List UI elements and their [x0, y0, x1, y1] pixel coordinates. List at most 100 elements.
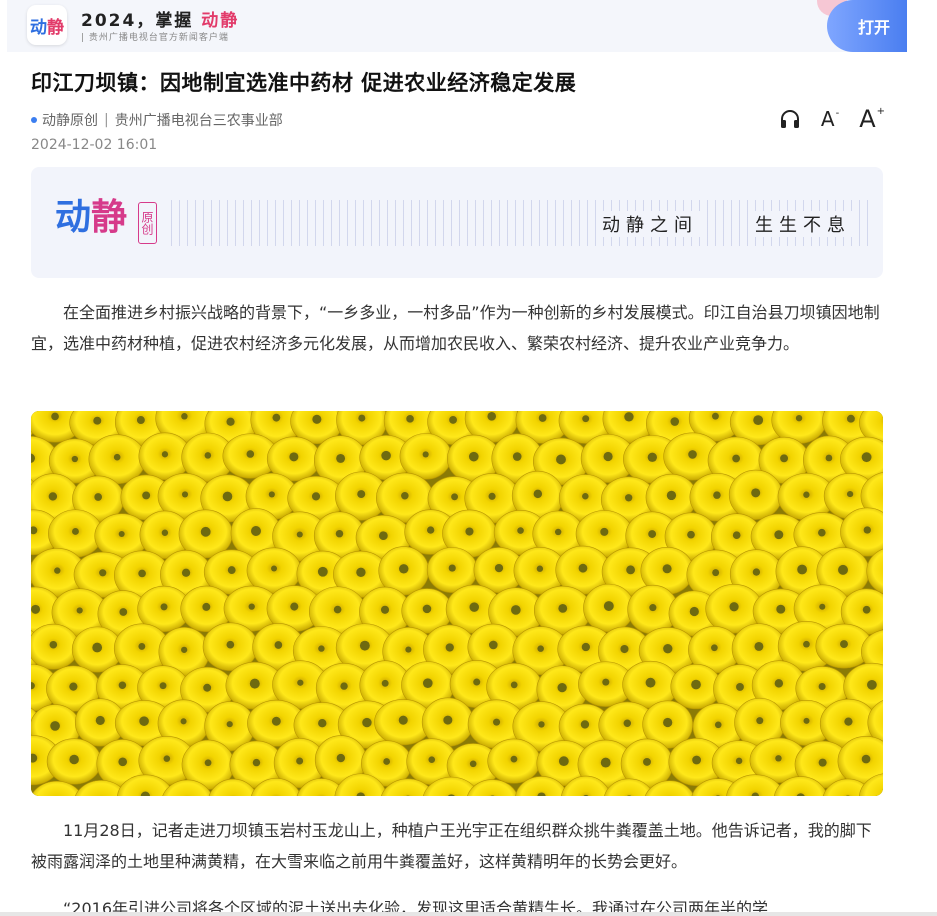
flower-center — [643, 757, 651, 766]
bottom-edge — [0, 912, 937, 916]
flower-center — [95, 715, 105, 725]
flower-center — [538, 721, 545, 728]
flower-center — [732, 531, 741, 540]
app-logo: 动静 — [27, 5, 67, 45]
flower-center — [99, 569, 107, 577]
flower-center — [227, 566, 236, 574]
flower-center — [623, 719, 632, 728]
flower-center — [663, 644, 673, 654]
banner-title-text: 2024，掌握 — [81, 11, 194, 31]
flower-center — [847, 490, 854, 498]
flower-field-image — [31, 411, 883, 796]
flower-center — [538, 414, 547, 422]
flower-center — [181, 413, 188, 420]
flower-center — [335, 529, 344, 538]
flower-center — [362, 717, 372, 728]
flower-center — [113, 453, 121, 461]
flower-center — [428, 756, 436, 763]
flower-center — [795, 414, 803, 422]
flower-center — [358, 414, 366, 422]
flower-center — [427, 526, 435, 534]
flower-center — [399, 564, 409, 574]
flower-center — [662, 564, 672, 574]
flower-center — [469, 602, 479, 612]
flower-center — [92, 642, 103, 653]
flower-center — [775, 755, 782, 762]
flower-center — [729, 602, 739, 612]
flower-center — [136, 416, 145, 425]
flower-center — [776, 604, 786, 614]
flower-center — [689, 606, 699, 617]
brand-logo-char-1: 动 — [55, 197, 92, 238]
article-photo-chrysanthemums[interactable] — [31, 411, 883, 796]
flower-center — [312, 414, 322, 424]
flower-center — [556, 454, 566, 465]
flower-center — [867, 679, 877, 690]
flower-center — [226, 640, 235, 649]
flower-center — [692, 755, 701, 765]
flower-center — [818, 528, 826, 537]
slogan-left: 动静之间 — [598, 211, 702, 237]
flower-center — [670, 417, 680, 426]
open-app-button[interactable]: 打开 — [827, 0, 907, 52]
flower-center — [825, 454, 833, 462]
flower-center — [268, 491, 275, 498]
flower-center — [451, 493, 458, 501]
app-logo-char-2: 静 — [47, 17, 64, 38]
flower-center — [620, 644, 629, 654]
font-increase-button[interactable]: A + — [859, 107, 885, 132]
brand-card: 动静 原创 动静之间 生生不息 — [31, 167, 883, 278]
font-decrease-button[interactable]: A- — [821, 109, 839, 130]
article-paragraph-2: 11月28日，记者走进刀坝镇玉岩村玉龙山上，种植户王光宇正在组织群众挑牛粪覆盖土… — [31, 821, 872, 871]
original-badge: 原创 — [138, 202, 157, 244]
article-source: 动静原创 | 贵州广播电视台三农事业部 — [31, 110, 283, 130]
article-tools: A- A + — [779, 107, 885, 131]
flower-center — [72, 528, 79, 535]
flower-center — [603, 451, 613, 462]
flower-center — [161, 451, 169, 458]
flower-center — [735, 757, 743, 765]
flower-center — [580, 720, 590, 729]
flower-center — [838, 564, 848, 575]
flower-center — [536, 565, 544, 572]
brand-logo: 动静 — [55, 200, 127, 236]
banner-subtitle: | 贵州广播电视台官方新闻客户端 — [81, 33, 229, 43]
flower-center — [76, 607, 83, 614]
flower-center — [487, 411, 497, 421]
flower-center — [94, 493, 102, 501]
flower-center — [405, 646, 412, 653]
flower-center — [271, 716, 281, 726]
flower-center — [204, 759, 212, 767]
flower-center — [493, 718, 501, 726]
flower-center — [317, 566, 328, 577]
flower-center — [51, 412, 59, 421]
flower-center — [93, 416, 102, 425]
flower-center — [138, 642, 146, 650]
flower-center — [251, 526, 261, 536]
flower-center — [142, 491, 151, 500]
flower-center — [649, 604, 657, 612]
flower-center — [666, 490, 677, 501]
flower-center — [383, 758, 391, 765]
flower-center — [687, 530, 695, 539]
flower-center — [582, 492, 589, 500]
flower-center — [533, 489, 543, 499]
flower-center — [118, 757, 128, 767]
flower-center — [271, 565, 278, 572]
banner-title: 2024，掌握 动静 — [81, 6, 239, 31]
flower-center — [160, 603, 168, 611]
flower-center — [647, 452, 657, 462]
flower-center — [119, 608, 128, 616]
flower-center — [69, 754, 79, 765]
flower-center — [510, 755, 518, 763]
publish-date: 2024-12-02 16:01 — [31, 137, 158, 153]
flower-center — [554, 528, 562, 536]
flower-center — [469, 760, 477, 768]
headphones-icon[interactable] — [779, 109, 801, 129]
flower-center — [181, 491, 189, 498]
flower-center — [736, 683, 744, 691]
source-original-label[interactable]: 动静原创 — [42, 110, 98, 130]
flower-center — [445, 643, 454, 652]
flower-center — [465, 527, 474, 536]
app-download-banner[interactable]: 动静 2024，掌握 动静 | 贵州广播电视台官方新闻客户端 打开 — [7, 0, 907, 52]
